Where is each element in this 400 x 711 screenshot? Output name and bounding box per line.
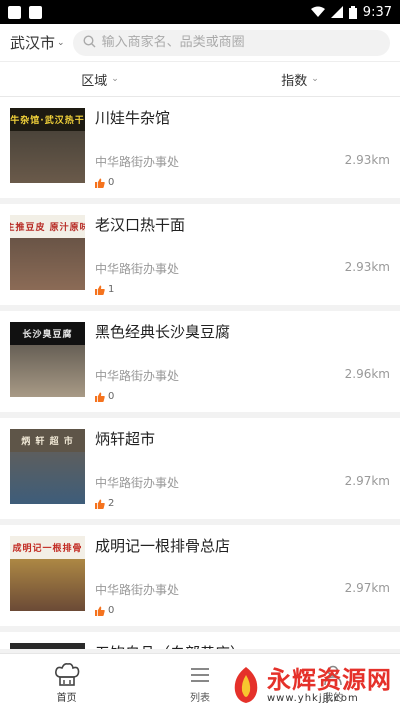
watermark-text: 永辉资源网 [267, 665, 392, 694]
tab-list-label: 列表 [189, 693, 210, 704]
shop-list-item[interactable]: 炳 轩 超 市 炳轩超市 中华路街办事处 2.97km 2 [0, 418, 400, 519]
shop-photo: 长沙臭豆腐 [10, 322, 85, 397]
chevron-down-icon: ⌄ [57, 37, 65, 48]
watermark-logo-icon [234, 667, 258, 703]
shop-distance: 2.96km [344, 367, 390, 381]
shop-info: 五饮自品（白部巷店） [95, 643, 390, 649]
shop-likes-count: 0 [108, 177, 115, 188]
shop-likes-count: 2 [108, 498, 115, 509]
tab-home-label: 首页 [56, 693, 77, 704]
bottom-tab-bar: 首页 列表 我的 永辉资源网 www.yhkjjj.com [0, 653, 400, 711]
notification-icon [8, 5, 21, 19]
shop-name: 炳轩超市 [95, 430, 156, 448]
filter-area-label: 区域 [81, 73, 108, 89]
shop-photo: 牛杂馆·武汉热干 [10, 108, 85, 183]
thumbs-up-icon [95, 606, 105, 616]
shop-name: 老汉口热干面 [95, 216, 186, 234]
shop-list-item[interactable]: 主推豆皮 原汁原味 老汉口热干面 中华路街办事处 2.93km 1 [0, 204, 400, 305]
shop-likes: 1 [95, 284, 114, 295]
shop-area: 中华路街办事处 [95, 262, 180, 276]
shop-area: 中华路街办事处 [95, 155, 180, 169]
shop-list-item[interactable]: 长沙臭豆腐 黑色经典长沙臭豆腐 中华路街办事处 2.96km 0 [0, 311, 400, 412]
shop-photo [10, 643, 85, 649]
list-icon [189, 661, 211, 689]
shop-distance: 2.97km [344, 581, 390, 595]
status-time: 9:37 [362, 4, 392, 20]
shop-photo-sign: 长沙臭豆腐 [10, 322, 85, 345]
city-selector[interactable]: 武汉市 ⌄ [10, 32, 65, 53]
shop-name: 成明记一根排骨总店 [95, 537, 231, 555]
status-bar: 9:37 [0, 0, 400, 24]
shop-name: 五饮自品（白部巷店） [95, 643, 390, 649]
shop-photo-sign: 主推豆皮 原汁原味 [10, 215, 85, 238]
shop-name: 黑色经典长沙臭豆腐 [95, 323, 231, 341]
shop-likes: 0 [95, 391, 114, 402]
thumbs-up-icon [95, 285, 105, 295]
shop-distance: 2.93km [344, 260, 390, 274]
shop-info: 成明记一根排骨总店 中华路街办事处 2.97km 0 [95, 536, 390, 626]
search-input[interactable] [101, 35, 380, 50]
chevron-down-icon: ⌄ [111, 74, 119, 84]
shop-photo: 主推豆皮 原汁原味 [10, 215, 85, 290]
shop-photo: 炳 轩 超 市 [10, 429, 85, 504]
filter-bar: 区域 ⌄ 指数 ⌄ [0, 61, 400, 97]
tab-home[interactable]: 首页 [0, 654, 133, 711]
shop-likes-count: 0 [108, 605, 115, 616]
chevron-down-icon: ⌄ [311, 74, 319, 84]
filter-index-label: 指数 [281, 73, 308, 89]
shop-list-item[interactable]: 五饮自品（白部巷店） [0, 632, 400, 649]
shop-likes: 0 [95, 605, 114, 616]
shop-list: 牛杂馆·武汉热干 川娃牛杂馆 中华路街办事处 2.93km 0 主推豆皮 原汁原… [0, 97, 400, 649]
search-header: 武汉市 ⌄ [0, 24, 400, 61]
shop-area: 中华路街办事处 [95, 476, 180, 490]
shop-area: 中华路街办事处 [95, 583, 180, 597]
shop-name: 川娃牛杂馆 [95, 109, 171, 127]
shop-photo-sign: 牛杂馆·武汉热干 [10, 108, 85, 131]
thumbs-up-icon [95, 499, 105, 509]
wifi-icon [310, 6, 325, 18]
thumbs-up-icon [95, 178, 105, 188]
shop-likes-count: 1 [108, 284, 115, 295]
shop-likes: 0 [95, 177, 114, 188]
shop-photo-sign [10, 643, 85, 649]
filter-area[interactable]: 区域 ⌄ [0, 62, 200, 96]
shop-likes: 2 [95, 498, 114, 509]
watermark-url: www.yhkjjj.com [267, 692, 359, 704]
city-label: 武汉市 [10, 34, 56, 52]
search-icon [83, 33, 96, 52]
shop-info: 川娃牛杂馆 中华路街办事处 2.93km 0 [95, 108, 390, 198]
shop-info: 黑色经典长沙臭豆腐 中华路街办事处 2.96km 0 [95, 322, 390, 412]
shop-likes-count: 0 [108, 391, 115, 402]
thumbs-up-icon [95, 392, 105, 402]
shop-distance: 2.97km [344, 474, 390, 488]
shop-photo: 成明记一根排骨 [10, 536, 85, 611]
battery-icon [348, 5, 357, 19]
shop-list-item[interactable]: 成明记一根排骨 成明记一根排骨总店 中华路街办事处 2.97km 0 [0, 525, 400, 626]
chef-hat-icon [54, 661, 80, 689]
shop-photo-sign: 成明记一根排骨 [10, 536, 85, 559]
shop-info: 老汉口热干面 中华路街办事处 2.93km 1 [95, 215, 390, 305]
shop-photo-sign: 炳 轩 超 市 [10, 429, 85, 452]
shop-area: 中华路街办事处 [95, 369, 180, 383]
shop-distance: 2.93km [344, 153, 390, 167]
shop-list-item[interactable]: 牛杂馆·武汉热干 川娃牛杂馆 中华路街办事处 2.93km 0 [0, 97, 400, 198]
filter-index[interactable]: 指数 ⌄ [200, 62, 400, 96]
search-box[interactable] [72, 29, 390, 56]
watermark: 永辉资源网 www.yhkjjj.com [229, 665, 392, 705]
notification-icon-2 [29, 5, 42, 19]
shop-info: 炳轩超市 中华路街办事处 2.97km 2 [95, 429, 390, 519]
signal-icon [330, 6, 343, 18]
